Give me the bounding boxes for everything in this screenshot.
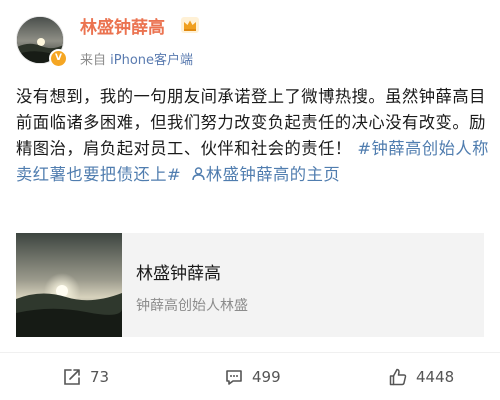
card-subtitle: 钟薛高创始人林盛 bbox=[136, 298, 248, 314]
verified-badge: V bbox=[49, 49, 68, 68]
card-image bbox=[16, 233, 122, 337]
comment-count: 499 bbox=[252, 368, 281, 386]
source-prefix: 来自 bbox=[80, 53, 107, 68]
like-button[interactable]: 4448 bbox=[388, 362, 454, 392]
like-count: 4448 bbox=[416, 368, 455, 386]
card-title: 林盛钟薛高 bbox=[136, 264, 221, 284]
author-name[interactable]: 林盛钟薛高 bbox=[80, 13, 165, 38]
divider bbox=[0, 352, 500, 353]
repost-button[interactable]: 73 bbox=[62, 362, 109, 392]
source-app-link[interactable]: iPhone客户端 bbox=[110, 53, 193, 68]
person-icon bbox=[192, 167, 205, 181]
repost-count: 73 bbox=[90, 368, 110, 386]
card-thumbnail bbox=[16, 233, 122, 337]
comment-icon bbox=[226, 370, 242, 385]
mention-text: 林盛钟薛高的主页 bbox=[205, 165, 341, 184]
profile-card[interactable]: 林盛钟薛高 钟薛高创始人林盛 bbox=[16, 233, 484, 337]
thumbs-up-icon bbox=[389, 368, 407, 386]
crown-icon bbox=[181, 17, 199, 33]
action-bar: 73 499 4448 bbox=[0, 362, 500, 392]
comment-button[interactable]: 499 bbox=[224, 362, 281, 392]
mention-link[interactable]: 林盛钟薛高的主页 bbox=[187, 165, 340, 184]
post-source: 来自 iPhone客户端 bbox=[80, 49, 193, 68]
share-icon bbox=[64, 369, 80, 385]
post-body: 没有想到，我的一句朋友间承诺登上了微博热搜。虽然钟薛高目前面临诸多困难，但我们努… bbox=[16, 84, 490, 188]
